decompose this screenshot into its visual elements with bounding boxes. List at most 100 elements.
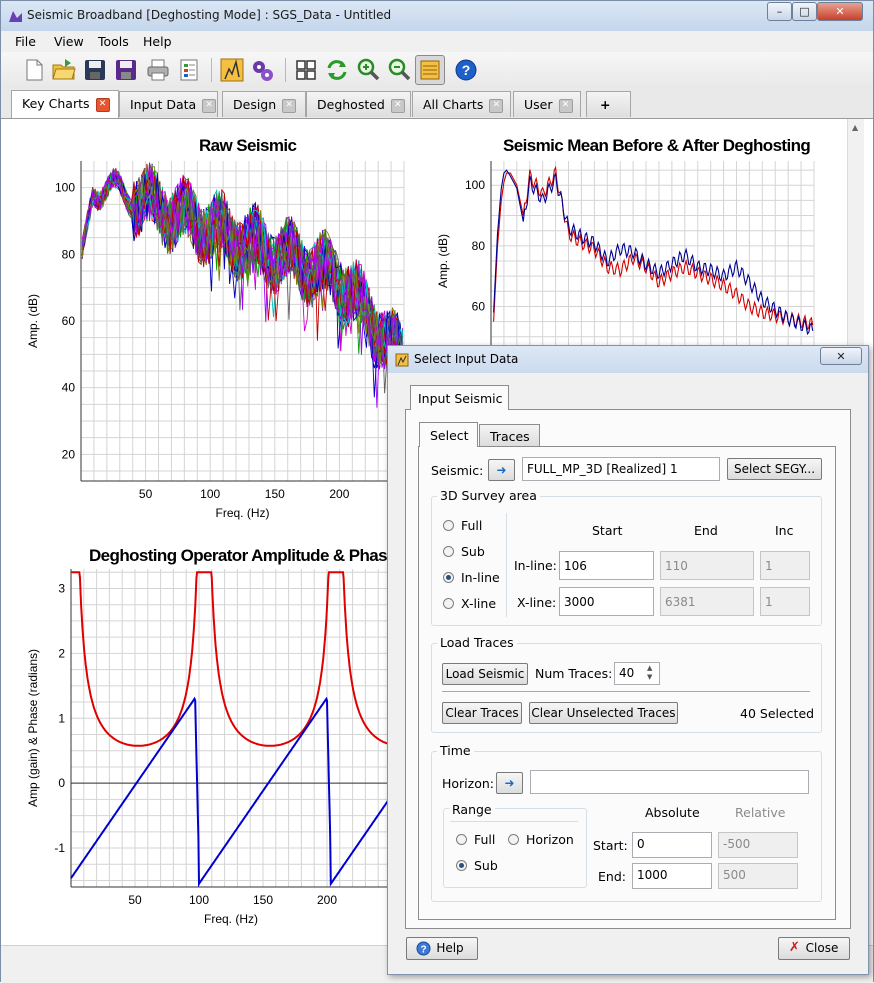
dialog-title: Select Input Data (414, 352, 519, 366)
start-absolute-field[interactable]: 0 (632, 832, 712, 858)
properties-icon[interactable] (176, 57, 202, 83)
spinner-arrows-icon[interactable]: ▲ ▼ (647, 664, 652, 682)
close-x-icon: ✗ (789, 940, 800, 955)
tab-bar: Key Charts ✕ Input Data ✕ Design ✕ Deghoste… (1, 88, 873, 119)
clear-unselected-traces-button[interactable]: Clear Unselected Traces (529, 702, 678, 724)
tab-input-data[interactable]: Input Data ✕ (119, 91, 218, 117)
close-window-button[interactable]: ✕ (817, 2, 863, 21)
menu-bar: File View Tools Help (1, 31, 873, 52)
add-tab-button[interactable]: + (586, 91, 631, 117)
maximize-button[interactable]: □ (792, 2, 817, 21)
save-as-icon[interactable] (113, 57, 139, 83)
help-label: Help (436, 941, 464, 955)
save-icon[interactable] (82, 57, 108, 83)
range-radio-horizon[interactable] (508, 834, 519, 845)
zoom-out-icon[interactable] (386, 57, 412, 83)
end-absolute-field[interactable]: 1000 (632, 863, 712, 889)
radio-inline[interactable] (443, 572, 454, 583)
tab-deghosted[interactable]: Deghosted ✕ (306, 91, 411, 117)
inc-header: Inc (775, 523, 794, 538)
y-tick-label: 20 (62, 447, 76, 461)
radio-full[interactable] (443, 520, 454, 531)
x-axis-label: Freq. (Hz) (204, 912, 258, 926)
settings-icon[interactable] (250, 57, 276, 83)
tab-input-seismic[interactable]: Input Seismic (410, 385, 509, 410)
num-traces-spinner[interactable]: 40 ▲ ▼ (614, 662, 660, 685)
close-tab-icon[interactable]: ✕ (558, 98, 573, 113)
menu-view[interactable]: View (54, 34, 84, 49)
range-radio-sub[interactable] (456, 860, 467, 871)
clear-traces-button[interactable]: Clear Traces (442, 702, 522, 724)
toolbar-separator (285, 58, 286, 82)
tab-label: Input Data (130, 97, 197, 112)
inline-end-field: 110 (660, 551, 754, 580)
inline-inc-field: 1 (760, 551, 810, 580)
horizon-pick-button[interactable]: ➜ (496, 772, 523, 794)
chart-title-mean: Seismic Mean Before & After Deghosting (503, 136, 811, 155)
time-title: Time (437, 743, 474, 758)
tab-traces[interactable]: Traces (479, 424, 540, 446)
tab-label: Key Charts (22, 96, 90, 111)
radio-xline[interactable] (443, 598, 454, 609)
close-button[interactable]: ✗ Close (778, 937, 850, 960)
zoom-in-icon[interactable] (355, 57, 381, 83)
radio-full-label: Full (461, 518, 483, 533)
absolute-header: Absolute (645, 805, 700, 820)
radio-sub[interactable] (443, 546, 454, 557)
menu-file[interactable]: File (15, 34, 36, 49)
y-tick-label: 1 (58, 711, 65, 725)
title-bar: Seismic Broadband [Deghosting Mode] : SG… (1, 1, 873, 31)
arrow-right-icon: ➜ (504, 776, 515, 790)
xline-inc-field: 1 (760, 587, 810, 616)
minimize-button[interactable]: – (767, 2, 792, 21)
dialog-close-x-button[interactable]: ✕ (820, 347, 862, 365)
select-segy-button[interactable]: Select SEGY... (727, 458, 822, 480)
xline-end-field: 6381 (660, 587, 754, 616)
inline-start-field[interactable]: 106 (559, 551, 654, 580)
open-icon[interactable] (51, 57, 77, 83)
close-tab-icon[interactable]: ✕ (489, 98, 504, 113)
end-relative-field: 500 (718, 863, 798, 889)
raw-seismic-chart: 50 100 150 200 100 80 60 40 20 Freq. (Hz) Amp. (dB… (26, 161, 405, 520)
help-icon: ? (416, 941, 431, 956)
new-icon[interactable] (21, 57, 47, 83)
layers-icon (420, 60, 440, 80)
tab-key-charts[interactable]: Key Charts ✕ (11, 90, 119, 118)
tab-design[interactable]: Design ✕ (222, 91, 306, 117)
arrow-right-icon: ➜ (496, 463, 507, 477)
y-tick-label: 2 (58, 646, 65, 660)
range-group (443, 808, 587, 888)
load-seismic-button[interactable]: Load Seismic (442, 663, 528, 685)
load-traces-title: Load Traces (437, 635, 517, 650)
ghost-icon[interactable] (219, 57, 245, 83)
tab-select[interactable]: Select (419, 422, 478, 447)
help-button[interactable]: ? Help (406, 937, 478, 960)
tab-user[interactable]: User ✕ (513, 91, 581, 117)
xline-start-field[interactable]: 3000 (559, 587, 654, 616)
help-icon[interactable]: ? (453, 57, 479, 83)
end-label: End: (598, 869, 626, 884)
grid-icon[interactable] (293, 57, 319, 83)
close-tab-icon[interactable]: ✕ (95, 97, 110, 112)
print-icon[interactable] (145, 57, 171, 83)
close-tab-icon[interactable]: ✕ (390, 98, 405, 113)
scroll-up-icon[interactable]: ▲ (852, 123, 858, 132)
tab-all-charts[interactable]: All Charts ✕ (412, 91, 511, 117)
close-tab-icon[interactable]: ✕ (202, 98, 217, 113)
menu-tools[interactable]: Tools (98, 34, 129, 49)
x-tick-label: 50 (128, 893, 142, 907)
y-tick-label: 80 (472, 239, 486, 253)
tab-label: User (524, 97, 553, 112)
refresh-icon[interactable] (324, 57, 350, 83)
horizon-field[interactable] (530, 770, 809, 794)
layers-toggle[interactable] (415, 55, 445, 85)
range-divider (450, 821, 578, 822)
dialog-app-icon (395, 353, 409, 367)
range-sub-label: Sub (474, 858, 498, 873)
close-tab-icon[interactable]: ✕ (282, 98, 297, 113)
range-radio-full[interactable] (456, 834, 467, 845)
menu-help[interactable]: Help (143, 34, 172, 49)
seismic-pick-button[interactable]: ➜ (488, 459, 515, 481)
seismic-value-field[interactable]: FULL_MP_3D [Realized] 1 (522, 457, 720, 481)
y-tick-label: 60 (472, 299, 486, 313)
